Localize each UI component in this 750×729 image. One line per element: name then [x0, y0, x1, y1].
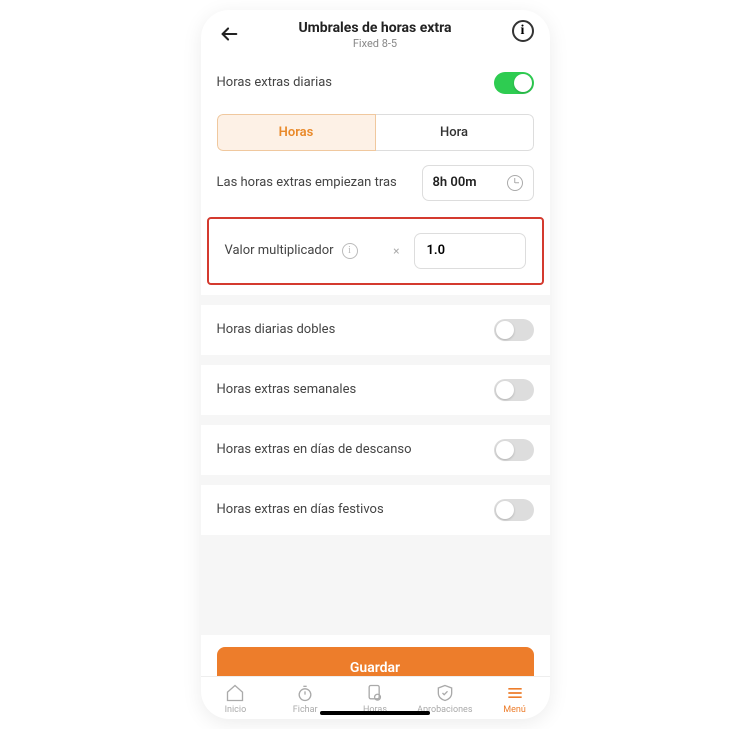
segment-hour[interactable]: Hora: [376, 114, 534, 151]
daily-overtime-toggle[interactable]: [494, 72, 534, 94]
home-icon: [225, 683, 245, 703]
content-body: Horas extras diarias Horas Hora Las hora…: [201, 58, 550, 676]
weekly-label: Horas extras semanales: [217, 382, 357, 397]
multiplier-row: Valor multiplicador i × 1.0: [207, 217, 544, 285]
header: Umbrales de horas extra Fixed 8-5 i: [201, 10, 550, 58]
shield-check-icon: [435, 683, 455, 703]
holidays-row: Horas extras en días festivos: [201, 485, 550, 535]
rest-days-row: Horas extras en días de descanso: [201, 425, 550, 475]
page-subtitle: Fixed 8-5: [298, 37, 451, 50]
page-title: Umbrales de horas extra: [298, 20, 451, 37]
weekly-toggle[interactable]: [494, 379, 534, 401]
daily-overtime-label: Horas extras diarias: [217, 75, 333, 90]
arrow-left-icon: [218, 23, 240, 45]
tab-home-label: Inicio: [225, 705, 247, 715]
tab-menu-label: Menú: [503, 705, 526, 715]
double-daily-label: Horas diarias dobles: [217, 322, 336, 337]
menu-icon: [505, 683, 525, 703]
info-icon: i: [521, 23, 525, 39]
rest-days-label: Horas extras en días de descanso: [217, 442, 412, 457]
multiplier-info-icon[interactable]: i: [342, 243, 358, 259]
weekly-row: Horas extras semanales: [201, 365, 550, 415]
segment-control: Horas Hora: [217, 114, 534, 151]
tab-menu[interactable]: Menú: [485, 683, 545, 715]
multiplier-label: Valor multiplicador: [225, 243, 334, 258]
start-after-label: Las horas extras empiezan tras: [217, 175, 397, 190]
tab-clock-label: Fichar: [293, 705, 318, 715]
start-after-value: 8h 00m: [433, 175, 477, 190]
save-button[interactable]: Guardar: [217, 647, 534, 676]
segment-hours[interactable]: Horas: [217, 114, 376, 151]
clock-icon: [507, 175, 523, 191]
tab-home[interactable]: Inicio: [205, 683, 265, 715]
stopwatch-icon: [295, 683, 315, 703]
holidays-label: Horas extras en días festivos: [217, 502, 384, 517]
double-daily-row: Horas diarias dobles: [201, 305, 550, 355]
start-after-row: Las horas extras empiezan tras 8h 00m: [201, 151, 550, 215]
multiplier-value: 1.0: [427, 243, 446, 258]
multiply-symbol: ×: [393, 244, 399, 258]
rest-days-toggle[interactable]: [494, 439, 534, 461]
daily-overtime-row: Horas extras diarias: [201, 58, 550, 108]
blank-space: [201, 535, 550, 635]
start-after-input[interactable]: 8h 00m: [422, 165, 534, 201]
info-button[interactable]: i: [512, 20, 534, 42]
home-indicator: [320, 711, 430, 715]
hours-icon: [365, 683, 385, 703]
holidays-toggle[interactable]: [494, 499, 534, 521]
phone-frame: Umbrales de horas extra Fixed 8-5 i Hora…: [201, 10, 550, 719]
multiplier-input[interactable]: 1.0: [414, 233, 526, 269]
double-daily-toggle[interactable]: [494, 319, 534, 341]
back-button[interactable]: [217, 22, 241, 46]
